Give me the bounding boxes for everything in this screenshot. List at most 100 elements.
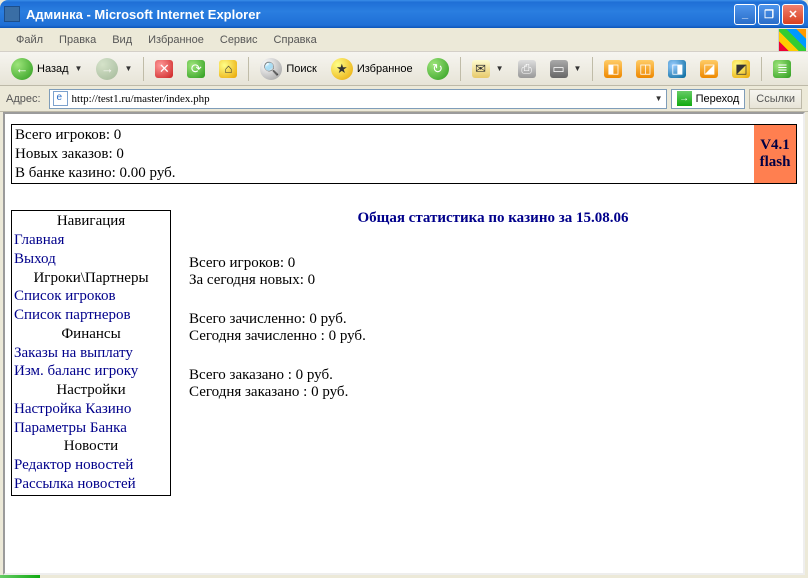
print-icon: ⎙ — [518, 60, 536, 78]
links-button[interactable]: Ссылки — [749, 89, 802, 109]
separator — [248, 57, 249, 81]
aux-button-5[interactable]: ◩ — [727, 56, 755, 82]
nav-heading-news: Новости — [14, 437, 168, 456]
summary-bank-value: 0.00 руб. — [120, 165, 176, 181]
version-line2: flash — [754, 154, 796, 171]
aux-button-1[interactable]: ◧ — [599, 56, 627, 82]
main-panel: Общая статистика по казино за 15.08.06 В… — [189, 210, 797, 423]
aux-icon: ◩ — [732, 60, 750, 78]
search-icon: 🔍 — [260, 58, 282, 80]
forward-arrow-icon: → — [96, 58, 118, 80]
history-icon: ↻ — [427, 58, 449, 80]
toolbar: ← Назад ▼ → ▼ ✕ ⟳ ⌂ 🔍 Поиск ★ Избранное … — [0, 52, 808, 86]
url-field-wrapper[interactable]: ▼ — [49, 89, 667, 109]
aux-button-4[interactable]: ◪ — [695, 56, 723, 82]
aux-icon: ◫ — [636, 60, 654, 78]
nav-link-news-editor[interactable]: Редактор новостей — [14, 456, 168, 475]
nav-heading-finance: Финансы — [14, 325, 168, 344]
separator — [761, 57, 762, 81]
menu-favorites[interactable]: Избранное — [140, 32, 212, 48]
maximize-button[interactable]: ❐ — [758, 4, 780, 25]
address-label: Адрес: — [6, 93, 41, 105]
nav-link-casino-settings[interactable]: Настройка Казино — [14, 400, 168, 419]
menu-edit[interactable]: Правка — [51, 32, 104, 48]
back-arrow-icon: ← — [11, 58, 33, 80]
version-badge: V4.1 flash — [754, 125, 796, 183]
version-line1: V4.1 — [754, 137, 796, 154]
menu-file[interactable]: Файл — [8, 32, 51, 48]
page-body: Всего игроков: 0 Новых заказов: 0 В банк… — [5, 114, 803, 506]
chevron-down-icon: ▼ — [496, 64, 504, 73]
summary-orders-value: 0 — [116, 146, 124, 162]
chevron-down-icon: ▼ — [75, 64, 83, 73]
minimize-button[interactable]: _ — [734, 4, 756, 25]
edit-icon: ▭ — [550, 60, 568, 78]
ie-icon — [4, 6, 20, 22]
titlebar: Админка - Microsoft Internet Explorer _ … — [0, 0, 808, 28]
summary-panel: Всего игроков: 0 Новых заказов: 0 В банк… — [11, 124, 797, 184]
back-button[interactable]: ← Назад ▼ — [6, 56, 87, 82]
mail-icon: ✉ — [472, 60, 490, 78]
nav-link-players-list[interactable]: Список игроков — [14, 287, 168, 306]
stat-total-players: Всего игроков: 0 — [189, 255, 797, 272]
aux-icon: ◧ — [604, 60, 622, 78]
go-label: Переход — [696, 93, 740, 105]
stop-button[interactable]: ✕ — [150, 56, 178, 82]
nav-heading-settings: Настройки — [14, 381, 168, 400]
menu-tools[interactable]: Сервис — [212, 32, 266, 48]
go-button[interactable]: → Переход — [671, 89, 746, 109]
books-icon: ≣ — [773, 60, 791, 78]
separator — [592, 57, 593, 81]
nav-link-partners-list[interactable]: Список партнеров — [14, 306, 168, 325]
search-button[interactable]: 🔍 Поиск — [255, 56, 321, 82]
summary-text: Всего игроков: 0 Новых заказов: 0 В банк… — [12, 125, 179, 183]
history-button[interactable]: ↻ — [422, 56, 454, 82]
mail-button[interactable]: ✉▼ — [467, 56, 509, 82]
nav-link-news-mail[interactable]: Рассылка новостей — [14, 475, 168, 494]
url-input[interactable] — [72, 93, 649, 105]
chevron-down-icon: ▼ — [124, 64, 132, 73]
page-icon — [53, 91, 68, 106]
home-button[interactable]: ⌂ — [214, 56, 242, 82]
stat-ordered-total: Всего заказано : 0 руб. — [189, 367, 797, 384]
navigation-panel: Навигация Главная Выход Игроки\Партнеры … — [11, 210, 171, 495]
menu-bar: Файл Правка Вид Избранное Сервис Справка — [0, 28, 808, 52]
stat-credited-total: Всего зачисленно: 0 руб. — [189, 311, 797, 328]
nav-link-balance[interactable]: Изм. баланс игроку — [14, 362, 168, 381]
refresh-icon: ⟳ — [187, 60, 205, 78]
main-title: Общая статистика по казино за 15.08.06 — [189, 210, 797, 227]
nav-link-exit[interactable]: Выход — [14, 250, 168, 269]
nav-link-bank-params[interactable]: Параметры Банка — [14, 419, 168, 438]
home-icon: ⌂ — [219, 60, 237, 78]
stat-ordered-today: Сегодня заказано : 0 руб. — [189, 384, 797, 401]
aux-button-6[interactable]: ≣ — [768, 56, 796, 82]
favorites-button[interactable]: ★ Избранное — [326, 56, 418, 82]
nav-link-payouts[interactable]: Заказы на выплату — [14, 344, 168, 363]
star-icon: ★ — [331, 58, 353, 80]
summary-players-label: Всего игроков: — [15, 127, 110, 143]
stat-new-today: За сегодня новых: 0 — [189, 272, 797, 289]
chevron-down-icon[interactable]: ▼ — [655, 94, 663, 103]
close-button[interactable]: ✕ — [782, 4, 804, 25]
refresh-button[interactable]: ⟳ — [182, 56, 210, 82]
separator — [460, 57, 461, 81]
aux-button-2[interactable]: ◫ — [631, 56, 659, 82]
summary-orders-label: Новых заказов: — [15, 146, 113, 162]
print-button[interactable]: ⎙ — [513, 56, 541, 82]
window-title: Админка - Microsoft Internet Explorer — [26, 7, 734, 22]
window-controls: _ ❐ ✕ — [734, 4, 804, 25]
back-label: Назад — [37, 63, 69, 75]
go-arrow-icon: → — [677, 91, 692, 106]
search-label: Поиск — [286, 63, 316, 75]
stat-credited-today: Сегодня зачисленно : 0 руб. — [189, 328, 797, 345]
edit-button[interactable]: ▭▼ — [545, 56, 587, 82]
nav-link-home[interactable]: Главная — [14, 231, 168, 250]
favorites-label: Избранное — [357, 63, 413, 75]
address-bar: Адрес: ▼ → Переход Ссылки — [0, 86, 808, 112]
forward-button[interactable]: → ▼ — [91, 56, 137, 82]
menu-help[interactable]: Справка — [266, 32, 325, 48]
aux-button-3[interactable]: ◨ — [663, 56, 691, 82]
menu-view[interactable]: Вид — [104, 32, 140, 48]
aux-icon: ◪ — [700, 60, 718, 78]
separator — [143, 57, 144, 81]
